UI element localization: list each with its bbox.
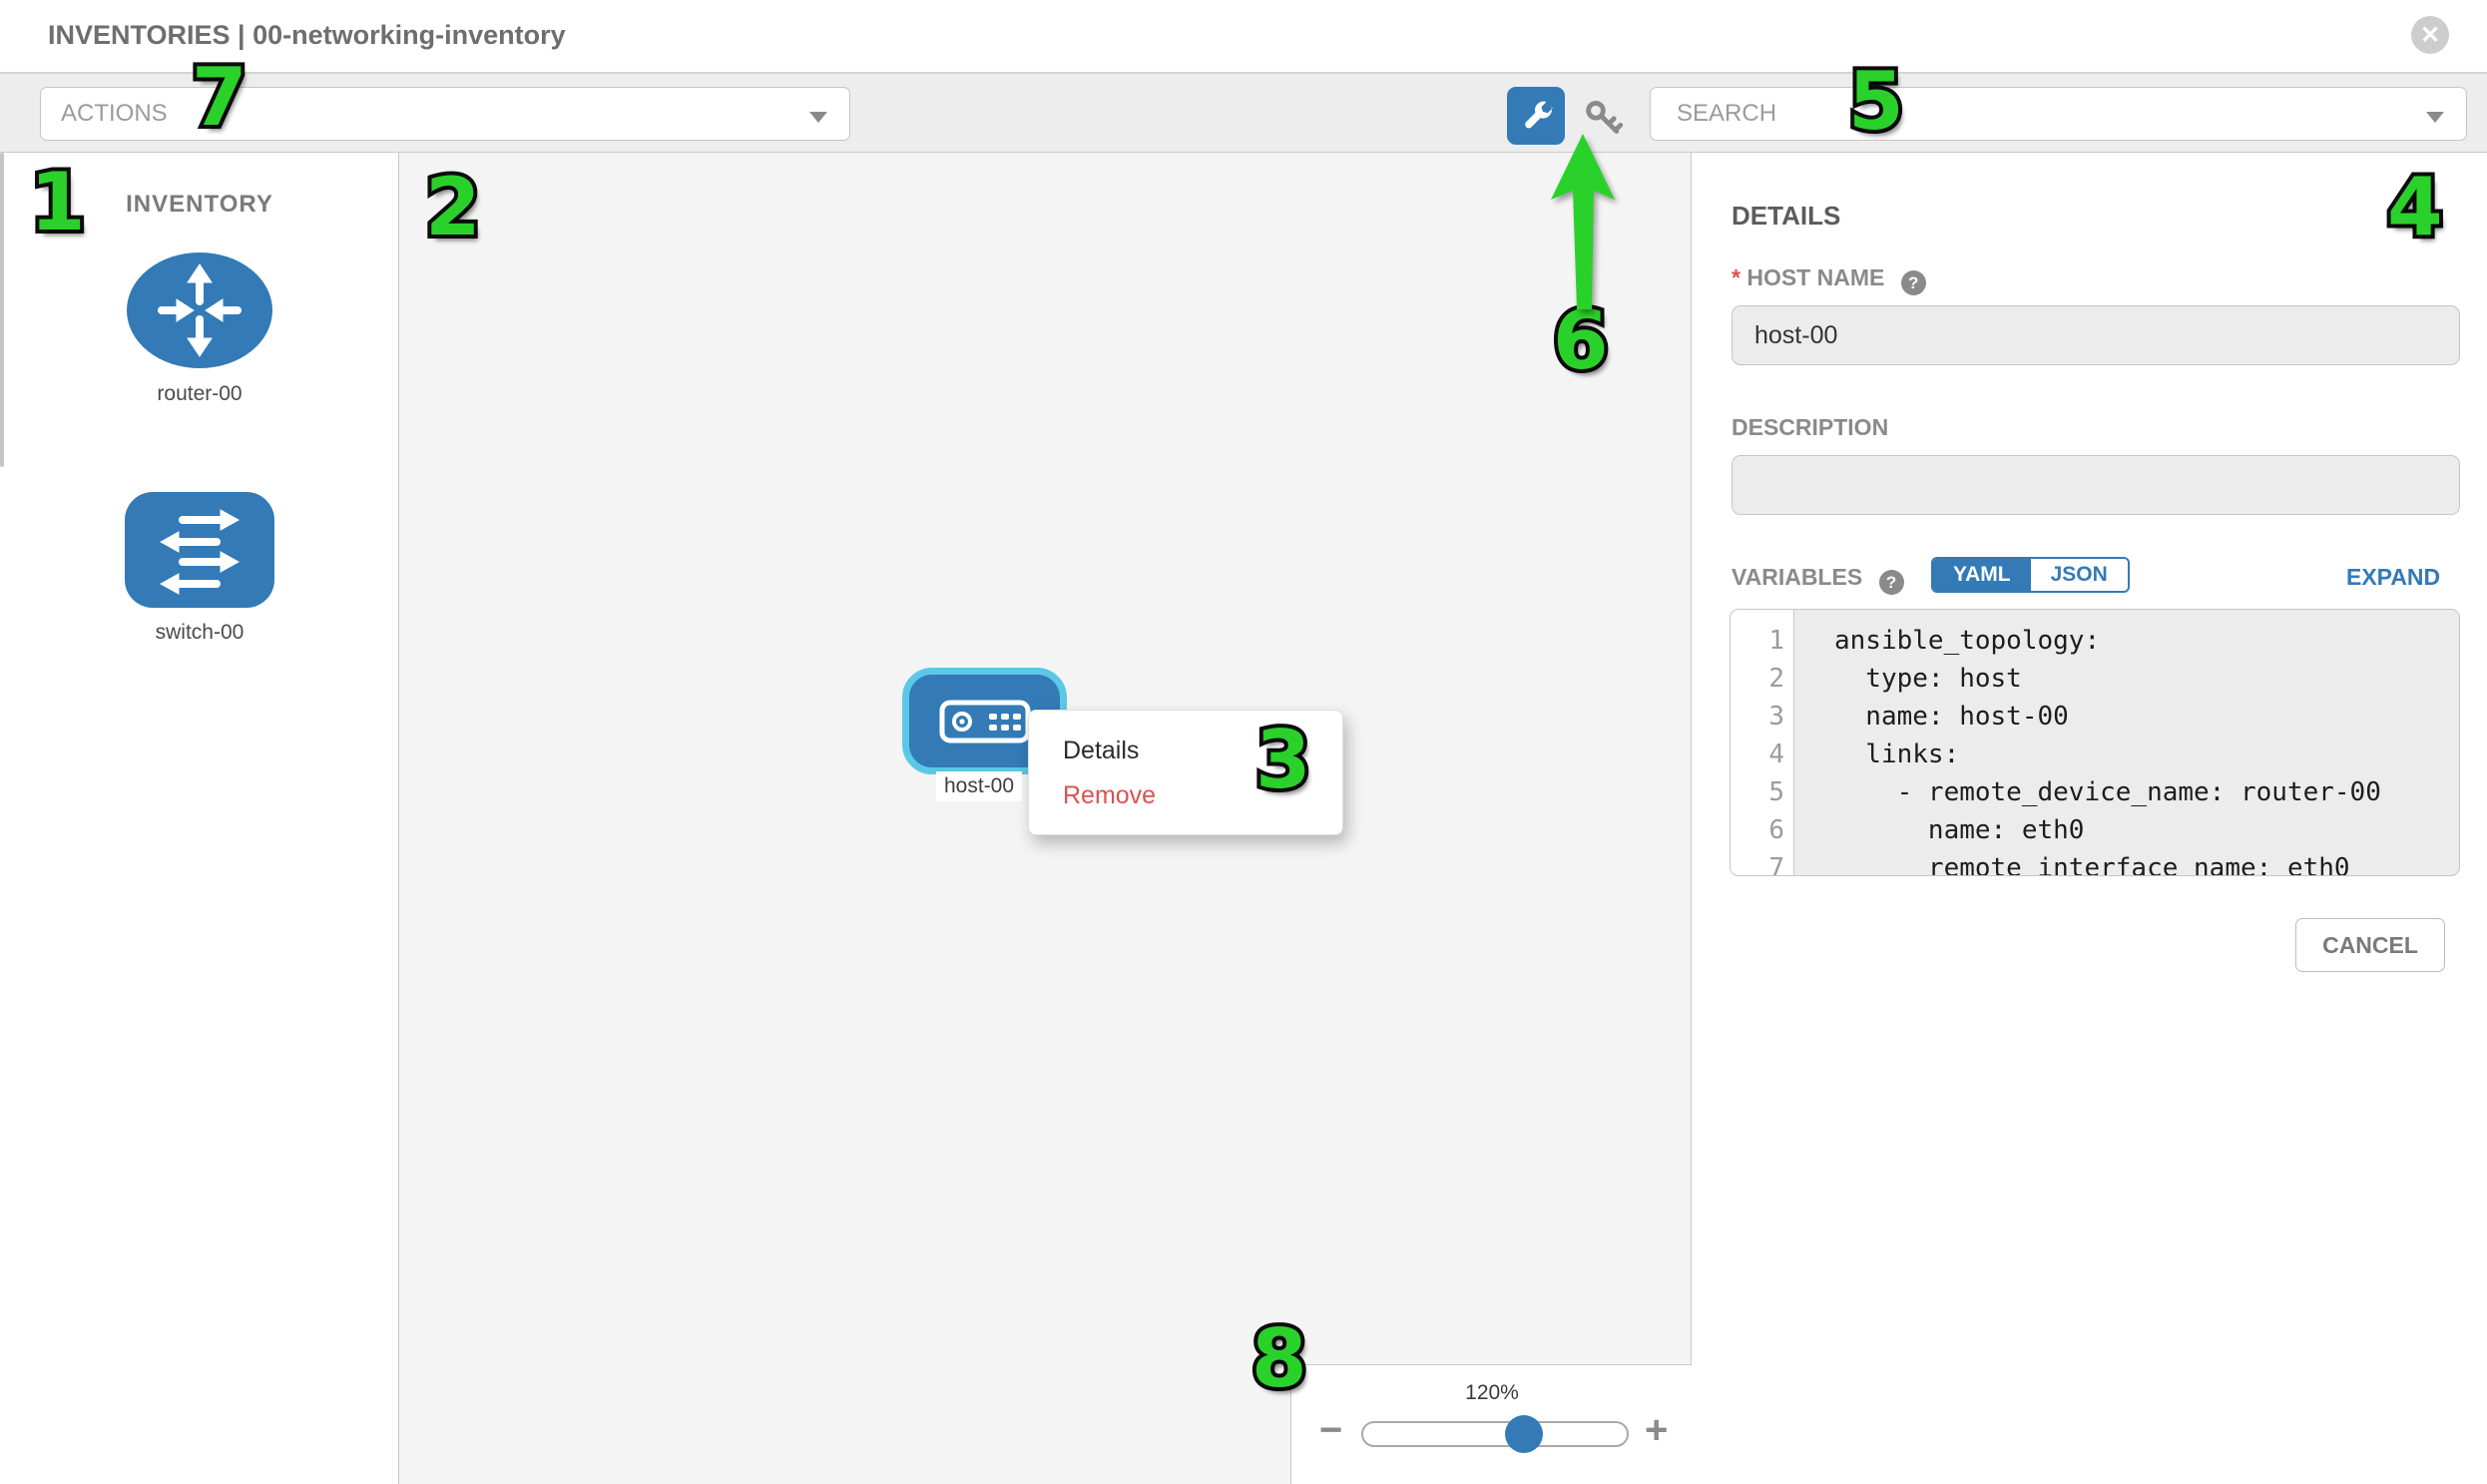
code-line: 2 type: host	[1731, 660, 2459, 698]
host-node-label: host-00	[936, 771, 1022, 801]
details-panel-header: DETAILS	[1732, 201, 1840, 232]
menu-item-remove[interactable]: Remove	[1029, 773, 1342, 818]
description-input[interactable]	[1732, 455, 2460, 515]
palette-item-router[interactable]: router-00	[0, 251, 399, 406]
code-line: 7 remote_interface_name: eth0	[1731, 849, 2459, 876]
json-toggle-button[interactable]: JSON	[2031, 559, 2128, 591]
zoom-slider-thumb[interactable]	[1505, 1415, 1543, 1453]
code-line: 3 name: host-00	[1731, 698, 2459, 736]
menu-item-details[interactable]: Details	[1029, 729, 1342, 773]
details-panel: DETAILS * HOST NAME ? host-00 DESCRIPTIO…	[1693, 153, 2487, 1484]
zoom-in-button[interactable]: +	[1645, 1410, 1668, 1450]
host-name-label-row: * HOST NAME ?	[1732, 264, 1926, 295]
yaml-toggle-button[interactable]: YAML	[1933, 559, 2031, 591]
variables-code-editor[interactable]: 1ansible_topology: 2 type: host 3 name: …	[1730, 609, 2460, 876]
code-line: 4 links:	[1731, 736, 2459, 773]
palette-item-switch[interactable]: switch-00	[0, 492, 399, 645]
palette-item-label: switch-00	[0, 621, 399, 645]
code-line: 1ansible_topology:	[1731, 622, 2459, 660]
expand-link[interactable]: EXPAND	[2346, 564, 2440, 591]
toolbar: ACTIONS SEARCH	[0, 74, 2487, 153]
code-line: 5 - remote_device_name: router-00	[1731, 773, 2459, 811]
chevron-down-icon	[809, 112, 827, 123]
close-icon[interactable]: ✕	[2411, 16, 2449, 54]
zoom-slider-track[interactable]	[1361, 1421, 1629, 1447]
inventory-topology-page: INVENTORIES | 00-networking-inventory ✕ …	[0, 0, 2487, 1484]
zoom-level-value: 120%	[1291, 1381, 1693, 1405]
switch-icon	[125, 492, 274, 608]
host-name-label: HOST NAME	[1746, 264, 1884, 290]
search-dropdown-label: SEARCH	[1677, 100, 1776, 128]
actions-dropdown[interactable]: ACTIONS	[40, 87, 850, 141]
page-header: INVENTORIES | 00-networking-inventory ✕	[0, 0, 2487, 72]
variables-label-row: VARIABLES ?	[1732, 564, 1904, 595]
router-icon	[126, 251, 273, 369]
help-icon[interactable]: ?	[1879, 570, 1904, 595]
search-dropdown[interactable]: SEARCH	[1650, 87, 2467, 141]
host-name-value: host-00	[1754, 321, 1837, 350]
credentials-key-button[interactable]	[1583, 98, 1625, 138]
host-name-input[interactable]: host-00	[1732, 305, 2460, 365]
actions-dropdown-label: ACTIONS	[61, 100, 168, 128]
cancel-button-label: CANCEL	[2322, 932, 2418, 959]
page-title: INVENTORIES | 00-networking-inventory	[48, 20, 566, 51]
zoom-out-button[interactable]: −	[1319, 1410, 1342, 1450]
close-glyph: ✕	[2420, 21, 2440, 50]
required-asterisk: *	[1732, 264, 1741, 290]
description-label: DESCRIPTION	[1732, 414, 1888, 441]
palette-item-label: router-00	[0, 382, 399, 406]
variables-format-toggle: YAML JSON	[1931, 557, 2130, 593]
configure-tool-button[interactable]	[1507, 87, 1565, 145]
node-context-menu: Details Remove	[1028, 710, 1343, 835]
topology-canvas[interactable]: host-00 Details Remove 120% − +	[399, 153, 1692, 1484]
code-line: 6 name: eth0	[1731, 811, 2459, 849]
inventory-palette-sidebar: INVENTORY router-00	[0, 153, 399, 1484]
help-icon[interactable]: ?	[1901, 270, 1926, 295]
variables-label: VARIABLES	[1732, 564, 1862, 590]
wrench-icon	[1519, 99, 1553, 133]
inventory-palette-header: INVENTORY	[0, 191, 399, 219]
host-icon	[939, 700, 1031, 743]
zoom-widget: 120% − +	[1290, 1364, 1692, 1484]
cancel-button[interactable]: CANCEL	[2295, 918, 2445, 972]
key-icon	[1583, 98, 1625, 138]
chevron-down-icon	[2426, 112, 2444, 123]
